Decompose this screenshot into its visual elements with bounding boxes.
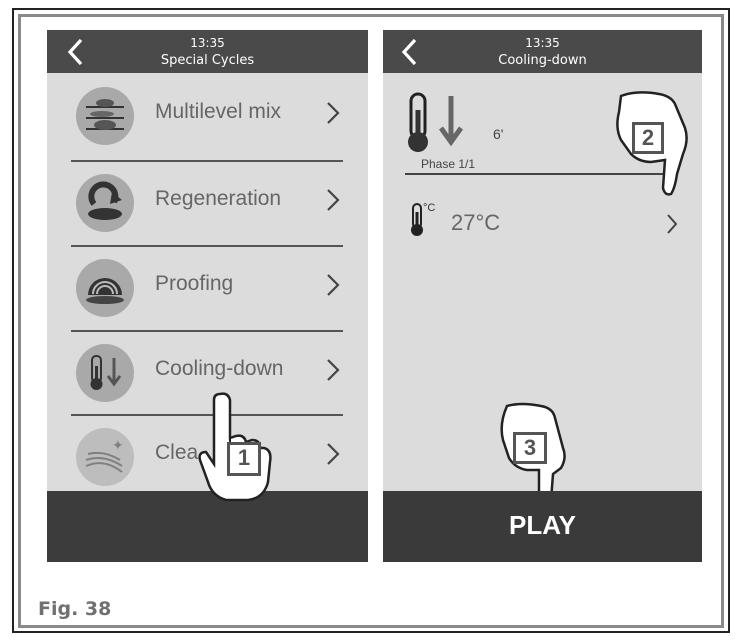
- celsius-unit-icon: °C: [423, 202, 436, 214]
- clock: 13:35: [190, 36, 225, 50]
- cleaning-icon: ✦: [76, 428, 134, 486]
- svg-text:✦: ✦: [112, 437, 124, 453]
- chevron-right-icon[interactable]: [665, 212, 679, 236]
- left-topbar: 13:35 Special Cycles: [47, 30, 368, 73]
- play-button-label: PLAY: [509, 510, 576, 540]
- regeneration-icon: [76, 174, 134, 232]
- chevron-right-icon: [327, 443, 340, 465]
- special-cycles-screen: 13:35 Special Cycles Multilevel mix Rege…: [47, 30, 368, 562]
- temperature-value[interactable]: 27°C: [451, 210, 500, 236]
- callout-number: 1: [227, 442, 261, 476]
- chevron-right-icon: [327, 189, 340, 211]
- phase-duration: 6': [493, 126, 504, 142]
- screen-title: Special Cycles: [160, 53, 255, 68]
- screen-title: Cooling-down: [498, 53, 587, 68]
- menu-item-label: Cooling-down: [155, 357, 284, 380]
- menu-item-label: Multilevel mix: [155, 100, 282, 123]
- menu-item-proofing[interactable]: Proofing: [47, 245, 368, 330]
- right-topbar: 13:35 Cooling-down: [383, 30, 702, 73]
- clock: 13:35: [525, 36, 560, 50]
- chevron-right-icon: [327, 102, 340, 124]
- cooling-down-screen: 13:35 Cooling-down 6' Phase 1/1 °C 27°C …: [383, 30, 702, 562]
- menu-item-regeneration[interactable]: Regeneration: [47, 160, 368, 245]
- callout-number: 3: [513, 432, 547, 464]
- phase-label: Phase 1/1: [421, 157, 476, 171]
- cooling-phase-icon[interactable]: [405, 88, 475, 158]
- multilevel-icon: [76, 87, 134, 145]
- proofing-icon: [76, 259, 134, 317]
- chevron-right-icon: [327, 359, 340, 381]
- chevron-right-icon: [327, 274, 340, 296]
- menu-item-label: Regeneration: [155, 187, 282, 210]
- cooling-icon: [76, 344, 134, 402]
- menu-item-multilevel-mix[interactable]: Multilevel mix: [47, 73, 368, 158]
- play-button[interactable]: PLAY: [383, 491, 702, 562]
- menu-item-label: Proofing: [155, 272, 234, 295]
- callout-number: 2: [632, 122, 664, 154]
- figure-caption: Fig. 38: [38, 598, 112, 620]
